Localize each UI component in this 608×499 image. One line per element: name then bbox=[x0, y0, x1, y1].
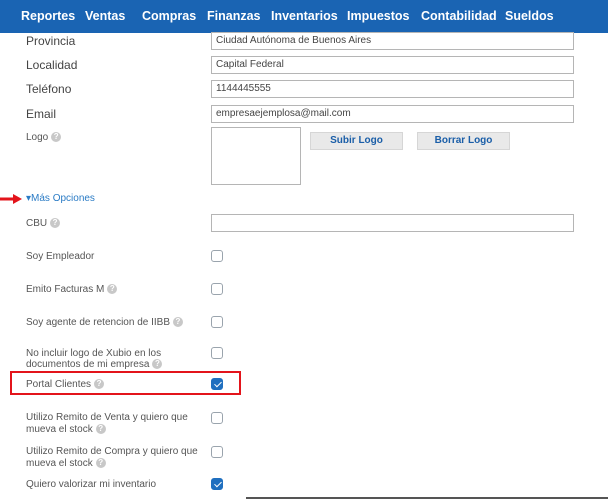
nav-impuestos[interactable]: Impuestos bbox=[347, 0, 410, 33]
telefono-field[interactable]: 1144445555 bbox=[211, 80, 574, 98]
emito-facturas-label: Emito Facturas M bbox=[26, 284, 105, 295]
soy-empleador-label: Soy Empleador bbox=[26, 251, 95, 262]
nav-finanzas[interactable]: Finanzas bbox=[207, 0, 261, 33]
agente-iibb-checkbox[interactable] bbox=[211, 316, 223, 328]
no-incluir-logo-label-1: No incluir logo de Xubio en los bbox=[26, 348, 162, 359]
logo-label-row: Logo? bbox=[26, 132, 62, 143]
portal-clientes-label-row: Portal Clientes? bbox=[26, 379, 105, 390]
nav-ventas[interactable]: Ventas bbox=[85, 0, 125, 33]
nav-reportes[interactable]: Reportes bbox=[21, 0, 75, 33]
remito-compra-label-row: mueva el stock? bbox=[26, 458, 106, 469]
question-circle-icon: ? bbox=[95, 424, 106, 435]
no-incluir-logo-checkbox[interactable] bbox=[211, 347, 223, 359]
remito-compra-checkbox[interactable] bbox=[211, 446, 223, 458]
nav-inventarios[interactable]: Inventarios bbox=[271, 0, 338, 33]
provincia-label: Provincia bbox=[26, 34, 76, 48]
remito-venta-checkbox[interactable] bbox=[211, 412, 223, 424]
question-circle-icon: ? bbox=[50, 218, 61, 229]
localidad-label: Localidad bbox=[26, 58, 78, 72]
valorizar-inventario-checkbox[interactable] bbox=[211, 478, 223, 490]
telefono-label: Teléfono bbox=[26, 82, 72, 96]
agente-iibb-label-row: Soy agente de retencion de IIBB? bbox=[26, 317, 183, 328]
emito-facturas-label-row: Emito Facturas M? bbox=[26, 284, 118, 295]
question-circle-icon: ? bbox=[152, 359, 163, 370]
main-navbar: Reportes Ventas Compras Finanzas Inventa… bbox=[0, 0, 608, 33]
remito-compra-label-2: mueva el stock bbox=[26, 458, 93, 469]
localidad-field[interactable]: Capital Federal bbox=[211, 56, 574, 74]
nav-contabilidad[interactable]: Contabilidad bbox=[421, 0, 497, 33]
remito-venta-label-row: mueva el stock? bbox=[26, 424, 106, 435]
email-label: Email bbox=[26, 107, 57, 121]
question-circle-icon: ? bbox=[51, 132, 62, 143]
question-circle-icon: ? bbox=[107, 284, 118, 295]
cbu-label-row: CBU? bbox=[26, 218, 61, 229]
logo-label: Logo bbox=[26, 132, 49, 143]
upload-logo-button[interactable]: Subir Logo bbox=[310, 132, 403, 150]
nav-compras[interactable]: Compras bbox=[142, 0, 196, 33]
portal-clientes-checkbox[interactable] bbox=[211, 378, 223, 390]
soy-empleador-checkbox[interactable] bbox=[211, 250, 223, 262]
remito-compra-label-1: Utilizo Remito de Compra y quiero que bbox=[26, 446, 198, 457]
no-incluir-logo-label-row: documentos de mi empresa? bbox=[26, 359, 163, 370]
red-arrow-icon bbox=[0, 194, 22, 204]
cbu-label: CBU bbox=[26, 218, 48, 229]
nav-sueldos[interactable]: Sueldos bbox=[505, 0, 554, 33]
valorizar-inventario-label: Quiero valorizar mi inventario bbox=[26, 479, 157, 490]
agente-iibb-label: Soy agente de retencion de IIBB bbox=[26, 317, 170, 328]
question-circle-icon: ? bbox=[173, 317, 183, 328]
question-circle-icon: ? bbox=[94, 379, 105, 390]
provincia-field[interactable]: Ciudad Autónoma de Buenos Aires bbox=[211, 32, 574, 50]
question-circle-icon: ? bbox=[95, 458, 106, 469]
email-field[interactable]: empresaejemplosa@mail.com bbox=[211, 105, 574, 123]
cbu-field[interactable] bbox=[211, 214, 574, 232]
no-incluir-logo-label-2: documentos de mi empresa bbox=[26, 359, 150, 370]
logo-preview[interactable] bbox=[211, 127, 301, 185]
portal-clientes-label: Portal Clientes bbox=[26, 379, 92, 390]
remito-venta-label-1: Utilizo Remito de Venta y quiero que bbox=[26, 412, 188, 423]
emito-facturas-checkbox[interactable] bbox=[211, 283, 223, 295]
mas-opciones-toggle[interactable]: ▾Más Opciones bbox=[26, 193, 95, 204]
delete-logo-button[interactable]: Borrar Logo bbox=[417, 132, 510, 150]
remito-venta-label-2: mueva el stock bbox=[26, 424, 93, 435]
